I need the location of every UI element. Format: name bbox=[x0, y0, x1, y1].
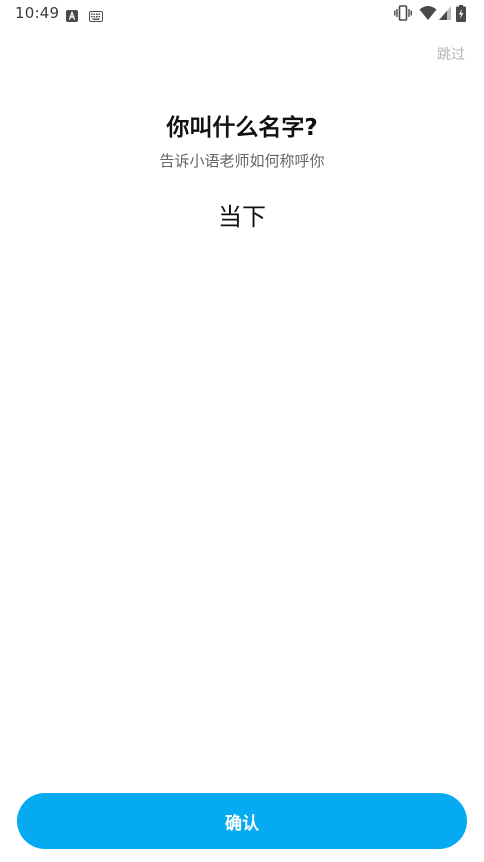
page-title: 你叫什么名字? bbox=[166, 115, 318, 141]
status-bar: 10:49 bbox=[0, 0, 484, 28]
page-subtitle: 告诉小语老师如何称呼你 bbox=[159, 152, 325, 170]
status-time: 10:49 bbox=[15, 4, 60, 22]
battery-charging-icon bbox=[456, 5, 466, 26]
confirm-button[interactable]: 确认 bbox=[17, 793, 467, 849]
skip-link[interactable]: 跳过 bbox=[437, 44, 465, 64]
vibrate-icon bbox=[394, 5, 412, 25]
keyboard-icon bbox=[89, 7, 103, 26]
name-input[interactable] bbox=[92, 194, 392, 234]
a-notification-icon bbox=[66, 7, 78, 26]
wifi-icon bbox=[419, 5, 437, 25]
signal-icon bbox=[438, 5, 452, 25]
